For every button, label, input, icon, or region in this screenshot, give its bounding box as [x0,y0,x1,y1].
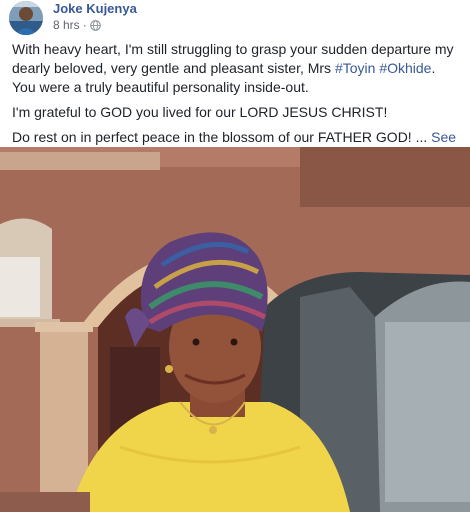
photo-image [0,147,470,512]
post-paragraph: With heavy heart, I'm still struggling t… [12,40,460,97]
avatar[interactable] [9,1,43,35]
paragraph-text: Do rest on in perfect peace in the bloss… [12,129,428,145]
hashtag-okhide[interactable]: #Okhide [379,60,431,76]
post-header: Joke Kujenya 8 hrs · [0,0,470,36]
post-meta: 8 hrs · [53,18,101,32]
author-name[interactable]: Joke Kujenya [53,1,137,16]
avatar-image [9,1,43,35]
post-timestamp[interactable]: 8 hrs [53,18,80,32]
post-paragraph: I'm grateful to GOD you lived for our LO… [12,103,460,122]
hashtag-toyin[interactable]: #Toyin [335,60,375,76]
meta-separator: · [82,18,87,32]
post-photo[interactable] [0,147,470,512]
paragraph-text: I'm grateful to GOD you lived for our LO… [12,104,388,120]
globe-icon[interactable] [89,19,101,31]
